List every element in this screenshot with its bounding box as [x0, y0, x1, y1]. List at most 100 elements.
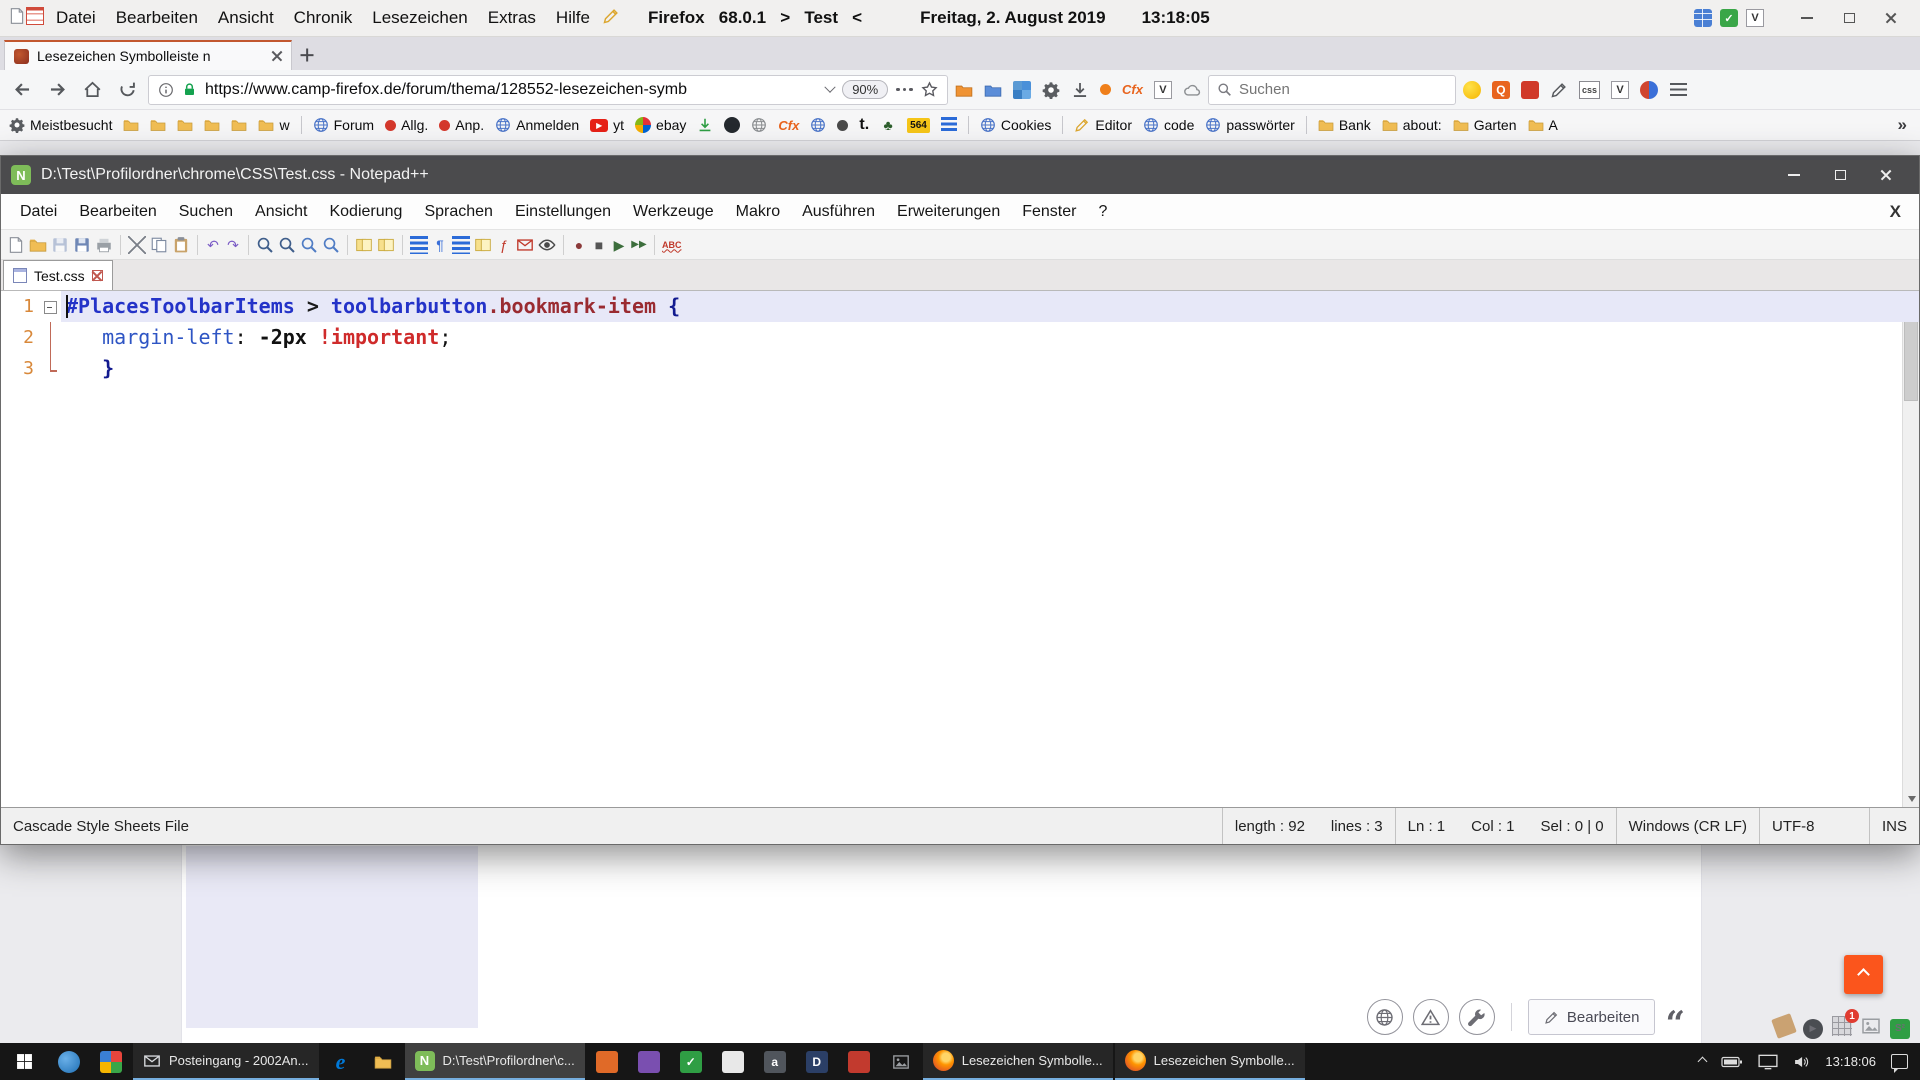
taskbar-icon-button[interactable] — [712, 1043, 754, 1080]
disk-icon[interactable] — [51, 236, 69, 254]
bookmark-item[interactable] — [837, 120, 848, 131]
encoding[interactable]: UTF-8 — [1760, 808, 1870, 844]
bars-icon[interactable] — [452, 236, 470, 254]
redo-icon[interactable]: ↷ — [225, 236, 241, 254]
bookmark-item[interactable]: w — [258, 117, 289, 133]
zoom-indicator[interactable]: 90% — [842, 80, 888, 99]
taskbar-icon-button[interactable]: e — [320, 1043, 362, 1080]
bars-icon[interactable] — [410, 236, 428, 254]
printer-icon[interactable] — [95, 236, 113, 254]
bookmark-item[interactable]: Anmelden — [495, 117, 579, 133]
bookmark-item[interactable]: Bank — [1318, 117, 1371, 133]
menu-button[interactable] — [1665, 76, 1693, 104]
flaggreen-icon[interactable]: ✓ — [1720, 9, 1738, 27]
redbox-icon[interactable] — [1521, 81, 1539, 99]
bookmark-item[interactable]: about: — [1382, 117, 1442, 133]
taskbar-icon-button[interactable] — [880, 1043, 922, 1080]
pilcrow-icon[interactable]: ¶ — [432, 236, 448, 254]
npp-menu-makro[interactable]: Makro — [725, 199, 791, 225]
close-button[interactable] — [1870, 4, 1912, 32]
bookmark-item[interactable] — [204, 117, 220, 133]
npp-menu-bearbeiten[interactable]: Bearbeiten — [68, 199, 167, 225]
bookmark-item[interactable]: A — [1528, 117, 1558, 133]
close-document-x[interactable]: X — [1890, 202, 1911, 222]
bookmark-item[interactable]: Garten — [1453, 117, 1517, 133]
mailr-icon[interactable] — [516, 236, 534, 254]
tray-expand-icon[interactable] — [1698, 1057, 1708, 1067]
vbox-icon[interactable]: V — [1611, 81, 1629, 99]
fold-margin[interactable] — [41, 291, 61, 322]
bookmark-item[interactable]: ▶yt — [590, 117, 624, 133]
bookmark-item[interactable] — [697, 117, 713, 133]
cloud-icon[interactable] — [1183, 81, 1201, 99]
vbox-icon[interactable]: V — [1154, 81, 1172, 99]
bookmark-item[interactable]: Cookies — [980, 117, 1052, 133]
back-button[interactable] — [8, 76, 36, 104]
taskbar-icon-button[interactable]: a — [754, 1043, 796, 1080]
notification-center-icon[interactable] — [1891, 1054, 1908, 1069]
minimize-button[interactable] — [1786, 4, 1828, 32]
bookmark-item[interactable]: Cfx — [778, 117, 799, 133]
maximize-button[interactable] — [1817, 161, 1863, 189]
bookmark-item[interactable]: ebay — [635, 117, 686, 133]
code-line[interactable]: 1#PlacesToolbarItems > toolbarbutton.boo… — [1, 291, 1919, 322]
tab-close-icon[interactable] — [92, 270, 103, 281]
npp-menu-erweiterungen[interactable]: Erweiterungen — [886, 199, 1011, 225]
npp-menu-werkzeuge[interactable]: Werkzeuge — [622, 199, 725, 225]
menubar-item-chronik[interactable]: Chronik — [284, 5, 363, 31]
minimize-button[interactable] — [1771, 161, 1817, 189]
menubar-item-ansicht[interactable]: Ansicht — [208, 5, 284, 31]
reload-button[interactable] — [113, 76, 141, 104]
playff-icon[interactable]: ▶▶ — [631, 236, 647, 254]
bookmark-item[interactable]: Forum — [313, 117, 374, 133]
forward-button[interactable] — [43, 76, 71, 104]
copy-icon[interactable] — [150, 236, 168, 254]
bookmark-item[interactable] — [810, 117, 826, 133]
url-text[interactable]: https://www.camp-firefox.de/forum/thema/… — [205, 81, 818, 99]
tray-float-icon[interactable] — [1861, 1016, 1881, 1041]
play-icon[interactable]: ▶ — [611, 236, 627, 254]
bookmark-item[interactable] — [123, 117, 139, 133]
display-icon[interactable] — [1758, 1054, 1778, 1070]
post-action-button[interactable] — [1367, 999, 1403, 1035]
disks-icon[interactable] — [73, 236, 91, 254]
taskbar-icon-button[interactable] — [362, 1043, 404, 1080]
bookmark-item[interactable] — [751, 117, 767, 133]
taskbar-task-button[interactable]: ND:\Test\Profilordner\c... — [405, 1043, 585, 1080]
bookmark-item[interactable]: Anp. — [439, 117, 484, 133]
bookmark-item[interactable] — [231, 117, 247, 133]
code-editor[interactable]: 1#PlacesToolbarItems > toolbarbutton.boo… — [1, 291, 1919, 807]
bookmark-item[interactable] — [941, 117, 957, 133]
tray-float-icon[interactable]: ▶ — [1803, 1018, 1823, 1039]
smiley-icon[interactable] — [1463, 81, 1481, 99]
bookmark-star-icon[interactable] — [921, 81, 938, 98]
cssbadge-icon[interactable]: css — [1579, 81, 1600, 99]
folderorange-icon[interactable] — [955, 81, 973, 99]
taskbar-icon-button[interactable] — [628, 1043, 670, 1080]
eye-icon[interactable] — [538, 236, 556, 254]
close-button[interactable] — [1863, 161, 1909, 189]
npp-menu-ausfhren[interactable]: Ausführen — [791, 199, 886, 225]
npp-menu-einstellungen[interactable]: Einstellungen — [504, 199, 622, 225]
bookmark-item[interactable]: Editor — [1074, 117, 1132, 133]
taskbar-icon-button[interactable] — [90, 1043, 132, 1080]
bookmark-item[interactable] — [177, 117, 193, 133]
tray-float-icon[interactable]: 1 — [1832, 1016, 1852, 1041]
speaker-icon[interactable] — [1793, 1054, 1810, 1070]
tray-float-icon[interactable]: S² — [1890, 1018, 1910, 1039]
page-actions-icon[interactable] — [896, 88, 913, 92]
notepadpp-titlebar[interactable]: N D:\Test\Profilordner\chrome\CSS\Test.c… — [1, 156, 1919, 194]
stop-icon[interactable]: ■ — [591, 236, 607, 254]
find-icon[interactable] — [256, 236, 274, 254]
findr-icon[interactable] — [278, 236, 296, 254]
npp-menu-[interactable]: ? — [1087, 199, 1118, 225]
document-tab[interactable]: Test.css — [3, 260, 113, 290]
npp-menu-fenster[interactable]: Fenster — [1011, 199, 1087, 225]
bookmark-item[interactable]: 564 — [907, 118, 930, 133]
taskbar-task-button[interactable]: Lesezeichen Symbolle... — [1115, 1043, 1305, 1080]
taskbar-icon-button[interactable] — [586, 1043, 628, 1080]
sheet-icon[interactable] — [7, 236, 25, 254]
tray-float-icon[interactable] — [1774, 1016, 1794, 1041]
swirl-icon[interactable] — [1640, 81, 1658, 99]
cut-icon[interactable] — [128, 236, 146, 254]
